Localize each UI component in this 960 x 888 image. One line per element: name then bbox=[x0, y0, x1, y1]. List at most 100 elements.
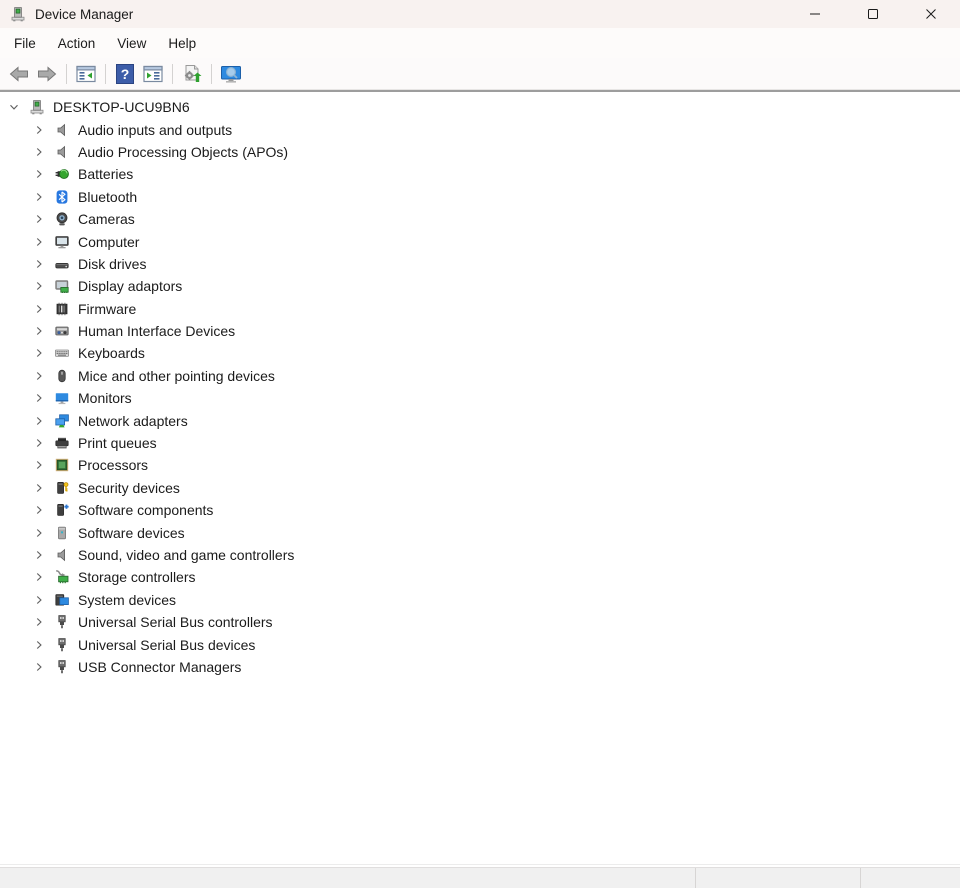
chevron-right-icon[interactable] bbox=[31, 390, 47, 406]
tree-item-processors[interactable]: Processors bbox=[0, 454, 960, 476]
tree-item-keyboards[interactable]: Keyboards bbox=[0, 342, 960, 364]
tree-item-security-devices[interactable]: Security devices bbox=[0, 477, 960, 499]
tree-item-label: Batteries bbox=[78, 166, 133, 182]
scan-hardware-changes-button[interactable] bbox=[179, 61, 205, 87]
chevron-down-icon[interactable] bbox=[6, 99, 22, 115]
tree-item-batteries[interactable]: Batteries bbox=[0, 163, 960, 185]
device-tree: DESKTOP-UCU9BN6 Audio inputs and outputs… bbox=[0, 92, 960, 864]
help-button[interactable] bbox=[112, 61, 138, 87]
close-button[interactable] bbox=[902, 0, 960, 28]
tree-root-computer[interactable]: DESKTOP-UCU9BN6 bbox=[0, 96, 960, 118]
tree-item-disk-drives[interactable]: Disk drives bbox=[0, 253, 960, 275]
tree-item-audio-inputs-and-outputs[interactable]: Audio inputs and outputs bbox=[0, 118, 960, 140]
tree-item-sound-video-game-controllers[interactable]: Sound, video and game controllers bbox=[0, 544, 960, 566]
toolbar-separator bbox=[105, 64, 106, 84]
chevron-right-icon[interactable] bbox=[31, 480, 47, 496]
minimize-button[interactable] bbox=[786, 0, 844, 28]
chevron-right-icon[interactable] bbox=[31, 323, 47, 339]
chevron-right-icon[interactable] bbox=[31, 659, 47, 675]
security-key-icon bbox=[53, 479, 70, 496]
tree-item-firmware[interactable]: Firmware bbox=[0, 298, 960, 320]
tree-item-label: Network adapters bbox=[78, 413, 188, 429]
titlebar: Device Manager bbox=[0, 0, 960, 28]
tree-item-label: Universal Serial Bus controllers bbox=[78, 614, 273, 630]
chevron-right-icon[interactable] bbox=[31, 345, 47, 361]
tree-item-label: Disk drives bbox=[78, 256, 146, 272]
tree-item-software-devices[interactable]: Software devices bbox=[0, 521, 960, 543]
chevron-right-icon[interactable] bbox=[31, 435, 47, 451]
chevron-right-icon[interactable] bbox=[31, 189, 47, 205]
chevron-right-icon[interactable] bbox=[31, 301, 47, 317]
chevron-right-icon[interactable] bbox=[31, 278, 47, 294]
show-console-tree-button[interactable] bbox=[73, 61, 99, 87]
show-action-pane-button[interactable] bbox=[140, 61, 166, 87]
menu-action[interactable]: Action bbox=[47, 32, 107, 55]
tree-item-network-adapters[interactable]: Network adapters bbox=[0, 409, 960, 431]
tree-item-display-adaptors[interactable]: Display adaptors bbox=[0, 275, 960, 297]
help-question-icon bbox=[114, 63, 136, 85]
tree-item-label: Firmware bbox=[78, 301, 136, 317]
chevron-right-icon[interactable] bbox=[31, 502, 47, 518]
chevron-right-icon[interactable] bbox=[31, 144, 47, 160]
tree-item-mice[interactable]: Mice and other pointing devices bbox=[0, 365, 960, 387]
chevron-right-icon[interactable] bbox=[31, 368, 47, 384]
disk-drive-icon bbox=[53, 255, 70, 272]
chevron-right-icon[interactable] bbox=[31, 211, 47, 227]
menu-file[interactable]: File bbox=[3, 32, 47, 55]
chevron-right-icon[interactable] bbox=[31, 457, 47, 473]
statusbar-panel bbox=[696, 868, 860, 888]
tree-item-print-queues[interactable]: Print queues bbox=[0, 432, 960, 454]
tree-item-software-components[interactable]: Software components bbox=[0, 499, 960, 521]
system-device-icon bbox=[53, 591, 70, 608]
chevron-right-icon[interactable] bbox=[31, 122, 47, 138]
device-manager-icon bbox=[28, 99, 45, 116]
device-manager-window: Device Manager File Action View Help D bbox=[0, 0, 960, 888]
tree-item-usb-connector-managers[interactable]: USB Connector Managers bbox=[0, 656, 960, 678]
computer-icon bbox=[53, 233, 70, 250]
tree-item-monitors[interactable]: Monitors bbox=[0, 387, 960, 409]
tree-item-audio-processing-objects[interactable]: Audio Processing Objects (APOs) bbox=[0, 141, 960, 163]
tree-item-label: Processors bbox=[78, 457, 148, 473]
printer-icon bbox=[53, 435, 70, 452]
chevron-right-icon[interactable] bbox=[31, 569, 47, 585]
firmware-chip-icon bbox=[53, 300, 70, 317]
back-button[interactable] bbox=[6, 61, 32, 87]
minimize-icon bbox=[809, 8, 821, 20]
toolbar-separator bbox=[172, 64, 173, 84]
toolbar-separator bbox=[211, 64, 212, 84]
forward-button[interactable] bbox=[34, 61, 60, 87]
tree-item-label: Storage controllers bbox=[78, 569, 196, 585]
tree-item-cameras[interactable]: Cameras bbox=[0, 208, 960, 230]
statusbar bbox=[0, 867, 960, 888]
chevron-right-icon[interactable] bbox=[31, 547, 47, 563]
tree-item-label: Audio Processing Objects (APOs) bbox=[78, 144, 288, 160]
chevron-right-icon[interactable] bbox=[31, 166, 47, 182]
chevron-right-icon[interactable] bbox=[31, 614, 47, 630]
maximize-button[interactable] bbox=[844, 0, 902, 28]
chevron-right-icon[interactable] bbox=[31, 234, 47, 250]
tree-item-label: Security devices bbox=[78, 480, 180, 496]
tree-item-system-devices[interactable]: System devices bbox=[0, 589, 960, 611]
toolbar bbox=[0, 58, 960, 90]
tree-item-bluetooth[interactable]: Bluetooth bbox=[0, 186, 960, 208]
menu-help[interactable]: Help bbox=[157, 32, 207, 55]
tree-item-computer[interactable]: Computer bbox=[0, 230, 960, 252]
chevron-right-icon[interactable] bbox=[31, 256, 47, 272]
window-tree-icon bbox=[75, 63, 97, 85]
tree-item-human-interface-devices[interactable]: Human Interface Devices bbox=[0, 320, 960, 342]
software-component-icon bbox=[53, 502, 70, 519]
menu-view[interactable]: View bbox=[106, 32, 157, 55]
chevron-right-icon[interactable] bbox=[31, 637, 47, 653]
chevron-right-icon[interactable] bbox=[31, 592, 47, 608]
tree-item-storage-controllers[interactable]: Storage controllers bbox=[0, 566, 960, 588]
tree-item-label: Computer bbox=[78, 234, 139, 250]
tree-item-usb-controllers[interactable]: Universal Serial Bus controllers bbox=[0, 611, 960, 633]
chevron-right-icon[interactable] bbox=[31, 525, 47, 541]
tree-item-label: Monitors bbox=[78, 390, 132, 406]
chevron-right-icon[interactable] bbox=[31, 413, 47, 429]
monitor-search-icon bbox=[220, 63, 242, 85]
processor-icon bbox=[53, 457, 70, 474]
tree-item-label: Sound, video and game controllers bbox=[78, 547, 294, 563]
tree-item-usb-devices[interactable]: Universal Serial Bus devices bbox=[0, 633, 960, 655]
device-search-button[interactable] bbox=[218, 61, 244, 87]
